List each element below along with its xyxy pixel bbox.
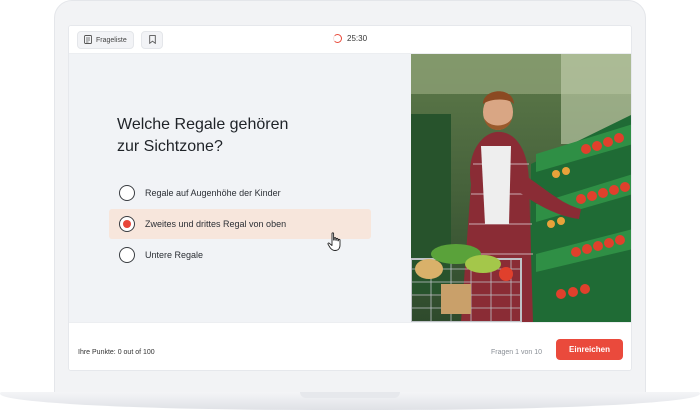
footer-bar: Ihre Punkte: 0 out of 100 Fragen 1 von 1… xyxy=(69,322,631,370)
question-text: Welche Regale gehören zur Sichtzone? xyxy=(117,114,357,158)
timer-value: 25:30 xyxy=(347,34,368,43)
question-list-label: Frageliste xyxy=(96,36,127,44)
answer-option-label: Regale auf Augenhöhe der Kinder xyxy=(145,188,281,198)
timer: 25:30 xyxy=(333,34,367,43)
radio-dot-icon xyxy=(123,220,131,228)
question-list-button[interactable]: Frageliste xyxy=(77,31,134,49)
list-icon xyxy=(84,34,92,46)
answer-option-label: Zweites und drittes Regal von oben xyxy=(145,219,287,229)
question-progress: Fragen 1 von 10 xyxy=(491,349,542,356)
bookmark-button[interactable] xyxy=(141,31,163,49)
question-line-1: Welche Regale gehören xyxy=(117,116,289,133)
answer-option-1[interactable]: Regale auf Augenhöhe der Kinder xyxy=(109,178,371,208)
question-line-2: zur Sichtzone? xyxy=(117,138,223,155)
radio-button[interactable] xyxy=(119,247,135,263)
score-label: Ihre Punkte: 0 out of 100 xyxy=(78,349,155,356)
timer-ring-icon xyxy=(333,34,342,43)
bookmark-icon xyxy=(148,31,156,49)
toolbar: Frageliste 25:30 xyxy=(69,26,631,54)
laptop-notch xyxy=(300,392,400,398)
question-panel: Welche Regale gehören zur Sichtzone? Reg… xyxy=(69,54,411,322)
supermarket-photo xyxy=(411,54,631,322)
answer-option-label: Untere Regale xyxy=(145,250,204,260)
radio-button-selected[interactable] xyxy=(119,216,135,232)
quiz-screen: Frageliste 25:30 Welche Regale gehören z… xyxy=(68,25,632,371)
submit-button[interactable]: Einreichen xyxy=(556,339,623,360)
radio-button[interactable] xyxy=(119,185,135,201)
hand-cursor-icon xyxy=(327,232,343,257)
